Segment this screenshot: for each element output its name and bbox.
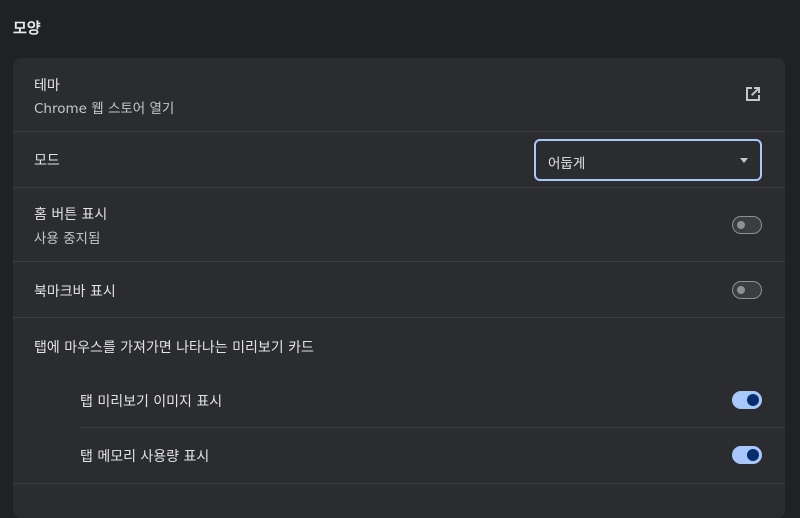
chevron-down-icon (740, 158, 748, 163)
tab-memory-row: 탭 메모리 사용량 표시 (79, 428, 785, 484)
mode-select-value: 어둡게 (548, 156, 586, 172)
home-button-row: 홈 버튼 표시 사용 중지됨 (13, 188, 785, 262)
open-in-new-icon[interactable] (742, 83, 764, 105)
divider (13, 483, 785, 484)
tab-preview-image-toggle[interactable] (732, 391, 762, 409)
home-button-sublabel: 사용 중지됨 (34, 231, 101, 247)
mode-row: 모드 어둡게 (13, 132, 785, 188)
tab-hover-heading-row: 탭에 마우스를 가져가면 나타나는 미리보기 카드 (13, 318, 785, 374)
home-button-toggle[interactable] (732, 216, 762, 234)
theme-row[interactable]: 테마 Chrome 웹 스토어 열기 (13, 58, 785, 132)
toggle-knob (747, 394, 759, 406)
bookmarks-bar-row: 북마크바 표시 (13, 262, 785, 318)
toggle-knob (737, 221, 745, 229)
toggle-knob (747, 449, 759, 461)
theme-sublabel: Chrome 웹 스토어 열기 (34, 101, 175, 117)
tab-memory-label: 탭 메모리 사용량 표시 (80, 449, 210, 465)
bookmarks-bar-label: 북마크바 표시 (34, 284, 116, 300)
toggle-knob (737, 286, 745, 294)
appearance-card: 테마 Chrome 웹 스토어 열기 모드 어둡게 홈 버튼 표시 사용 중지됨… (13, 58, 785, 518)
bookmarks-bar-toggle[interactable] (732, 281, 762, 299)
tab-memory-toggle[interactable] (732, 446, 762, 464)
tab-preview-image-row: 탭 미리보기 이미지 표시 (79, 372, 785, 428)
mode-select[interactable]: 어둡게 (534, 139, 762, 181)
theme-label: 테마 (34, 78, 60, 94)
mode-label: 모드 (34, 153, 60, 169)
tab-preview-image-label: 탭 미리보기 이미지 표시 (80, 394, 223, 410)
section-title: 모양 (13, 19, 41, 37)
home-button-label: 홈 버튼 표시 (34, 207, 108, 223)
tab-hover-heading: 탭에 마우스를 가져가면 나타나는 미리보기 카드 (34, 340, 314, 356)
